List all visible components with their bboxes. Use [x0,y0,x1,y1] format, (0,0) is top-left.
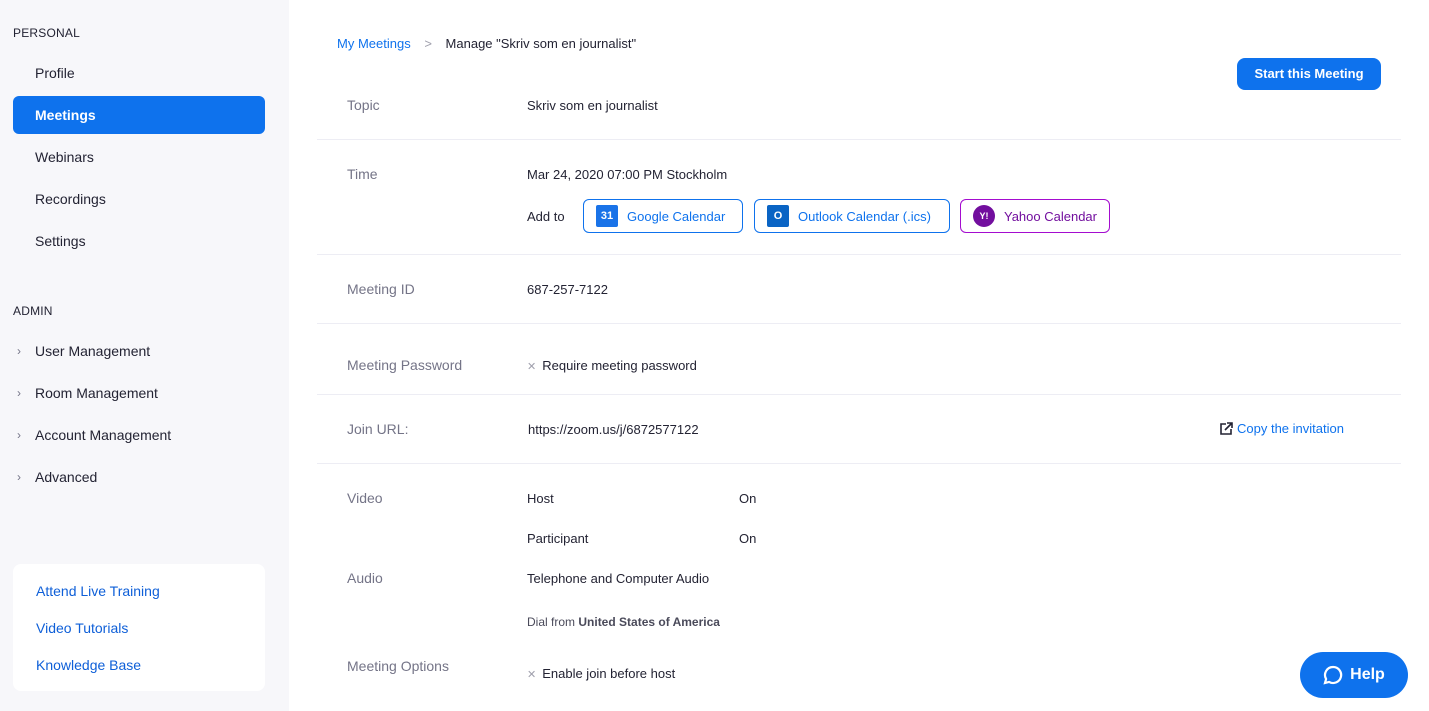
meeting-options-label: Meeting Options [347,658,449,674]
time-label: Time [347,166,378,182]
sidebar-item-label: Room Management [35,385,158,401]
dial-from-prefix: Dial from [527,615,576,629]
admin-section-title: ADMIN [13,304,53,318]
personal-section-title: PERSONAL [13,26,80,40]
google-calendar-label: Google Calendar [627,208,726,224]
disabled-x-icon: ✕ [527,361,537,373]
divider [317,323,1401,324]
sidebar-item-profile[interactable]: Profile [13,54,265,92]
chevron-right-icon: › [17,428,21,442]
outlook-calendar-label: Outlook Calendar (.ics) [798,208,931,224]
copy-invitation-label: Copy the invitation [1237,421,1344,436]
join-url-label: Join URL: [347,421,409,437]
sidebar-item-label: Advanced [35,469,98,485]
main-content: My Meetings > Manage "Skriv som en journ… [289,0,1429,711]
video-host-label: Host [527,491,554,506]
copy-invitation-link[interactable]: Copy the invitation [1219,421,1344,436]
sidebar: PERSONAL Profile Meetings Webinars Recor… [0,0,289,711]
sidebar-item-label: Account Management [35,427,172,443]
meeting-password-text: Require meeting password [542,358,697,373]
video-host-value: On [739,491,757,506]
yahoo-calendar-button[interactable]: Y! Yahoo Calendar [960,199,1110,233]
video-tutorials-link[interactable]: Video Tutorials [36,620,128,636]
topic-label: Topic [347,97,380,113]
sidebar-item-label: User Management [35,343,151,359]
dial-from-country: United States of America [578,615,720,629]
help-links-box: Attend Live Training Video Tutorials Kno… [13,564,265,691]
divider [317,254,1401,255]
chevron-right-icon: › [17,470,21,484]
meeting-password-value: ✕ Require meeting password [527,358,697,373]
sidebar-item-user-management[interactable]: › User Management [13,332,265,370]
knowledge-base-link[interactable]: Knowledge Base [36,657,141,673]
sidebar-item-advanced[interactable]: › Advanced [13,458,265,496]
breadcrumb: My Meetings > Manage "Skriv som en journ… [337,36,636,51]
topic-value: Skriv som en journalist [527,98,658,113]
video-participant-label: Participant [527,531,589,546]
sidebar-item-recordings[interactable]: Recordings [13,180,265,218]
help-button-label: Help [1350,666,1385,683]
chevron-right-icon: › [17,386,21,400]
meeting-id-label: Meeting ID [347,281,415,297]
google-calendar-button[interactable]: 31 Google Calendar [583,199,743,233]
yahoo-calendar-icon: Y! [973,205,995,227]
meeting-id-value: 687-257-7122 [527,282,608,297]
attend-live-training-link[interactable]: Attend Live Training [36,583,160,599]
breadcrumb-separator: > [424,36,432,51]
disabled-x-icon: ✕ [527,669,537,681]
video-label: Video [347,490,383,506]
join-url-value[interactable]: https://zoom.us/j/6872577122 [528,422,699,437]
outlook-calendar-button[interactable]: O Outlook Calendar (.ics) [754,199,950,233]
video-participant-value: On [739,531,757,546]
time-value: Mar 24, 2020 07:00 PM Stockholm [527,167,728,182]
sidebar-item-account-management[interactable]: › Account Management [13,416,265,454]
chevron-right-icon: › [17,344,21,358]
add-to-label: Add to [527,209,565,224]
divider [317,394,1401,395]
google-calendar-icon: 31 [596,205,618,227]
sidebar-item-webinars[interactable]: Webinars [13,138,265,176]
dial-from: Dial from United States of America [527,615,720,629]
meeting-options-text: Enable join before host [542,666,676,681]
outlook-calendar-icon: O [767,205,789,227]
share-icon [1220,421,1233,435]
sidebar-item-room-management[interactable]: › Room Management [13,374,265,412]
breadcrumb-current: Manage "Skriv som en journalist" [445,36,637,51]
audio-label: Audio [347,570,383,586]
help-button[interactable]: Help [1300,652,1408,698]
audio-value: Telephone and Computer Audio [527,571,710,586]
yahoo-calendar-label: Yahoo Calendar [1004,208,1097,224]
breadcrumb-my-meetings-link[interactable]: My Meetings [337,36,411,51]
sidebar-item-meetings[interactable]: Meetings [13,96,265,134]
chat-bubble-icon [1323,665,1343,685]
start-meeting-button[interactable]: Start this Meeting [1237,58,1381,90]
divider [317,139,1401,140]
sidebar-item-settings[interactable]: Settings [13,222,265,260]
meeting-options-value: ✕ Enable join before host [527,666,675,681]
divider [317,463,1401,464]
meeting-password-label: Meeting Password [347,357,463,373]
